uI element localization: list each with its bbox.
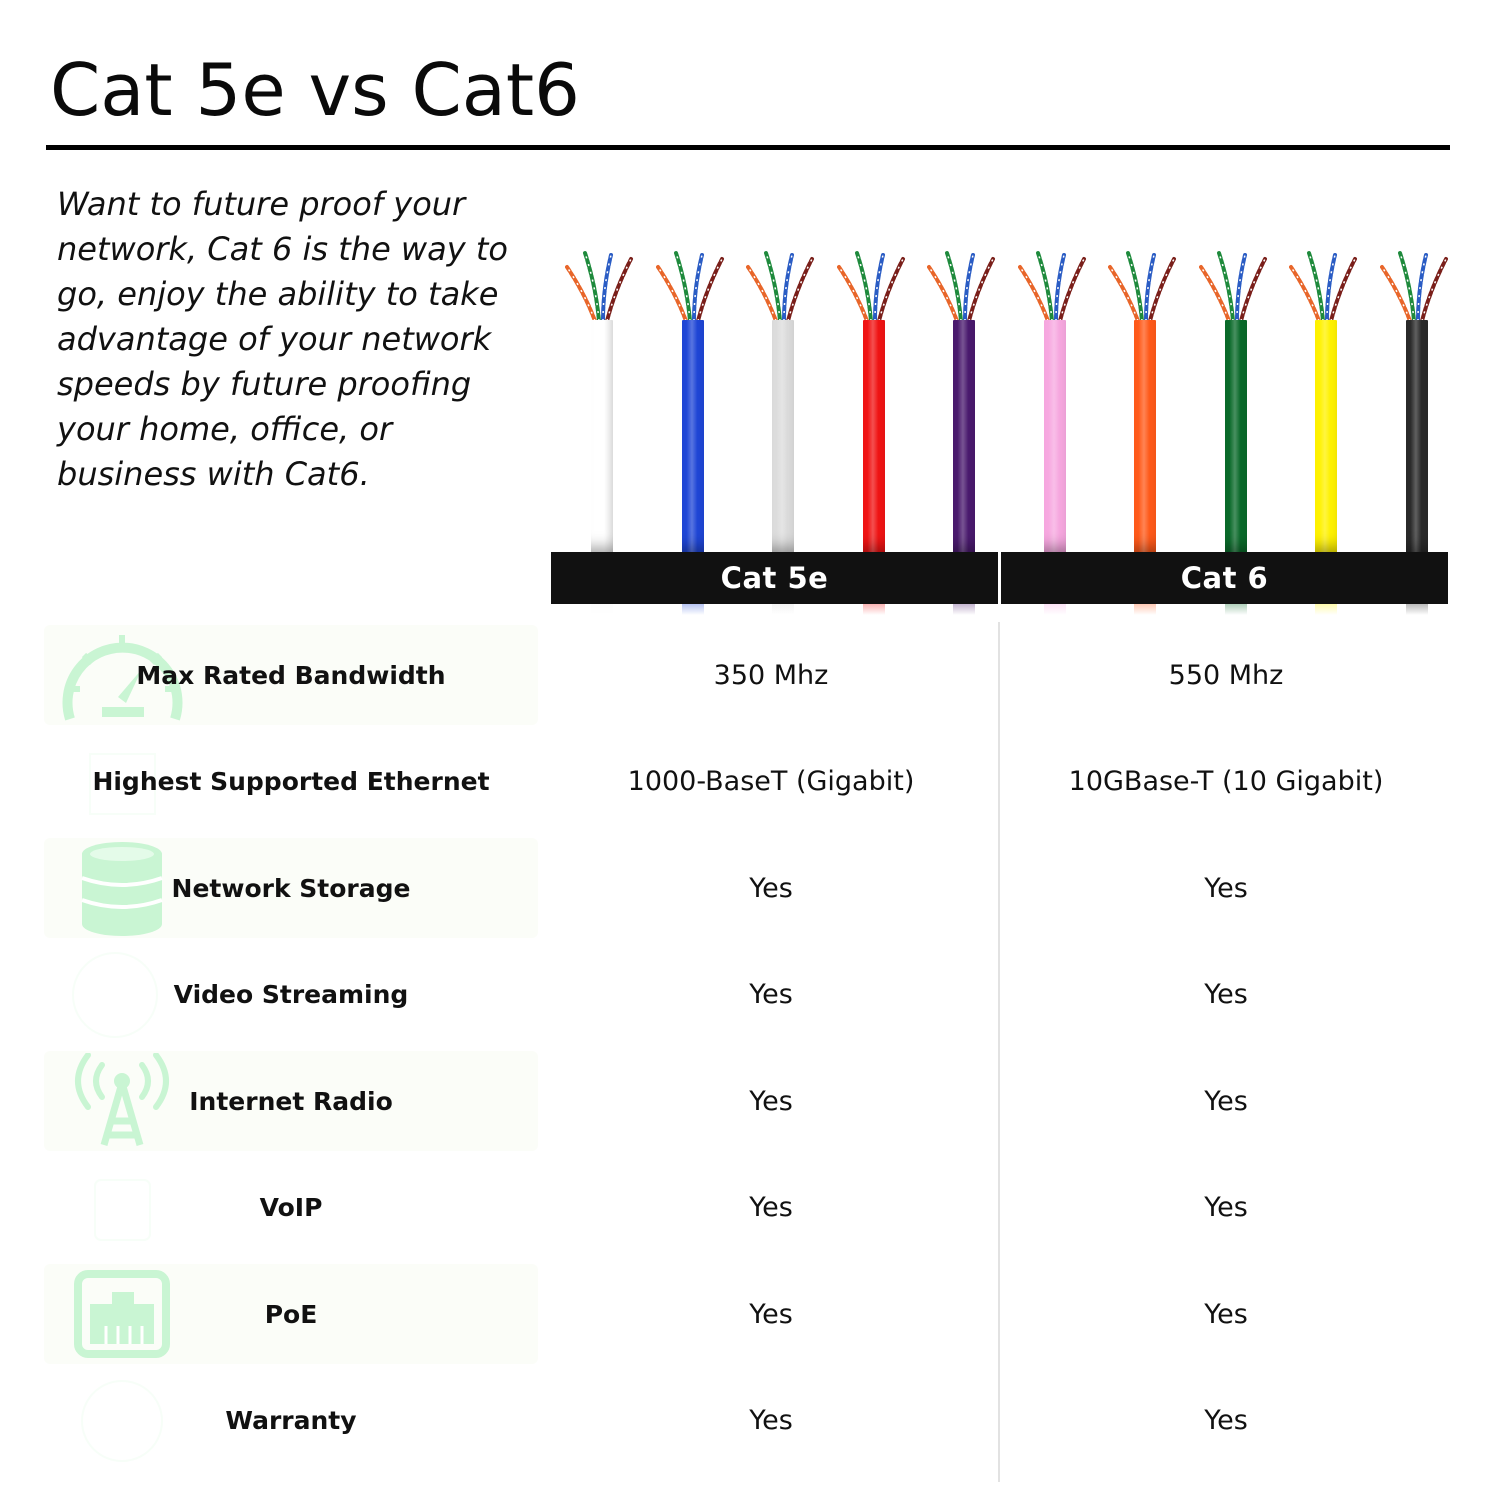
cat5e-value: Yes [749,872,793,904]
feature-label: PoE [264,1299,318,1329]
cable-reflection [1224,603,1247,615]
title-divider [46,145,1450,150]
cat6-value: 10GBase-T (10 Gigabit) [1068,766,1384,797]
table-row: Warranty Yes Yes [0,1371,1500,1476]
twisted-pairs-icon [1198,251,1267,323]
twisted-pairs-icon [836,251,905,323]
twisted-pairs-icon [746,251,814,323]
cat6-value: Yes [1204,872,1248,904]
cat5e-label-bar: Cat 5e [551,552,998,604]
wire-pair [1148,257,1176,323]
cable-jacket [591,320,613,555]
cat6-label: Cat 6 [1180,561,1269,595]
cable-jacket [1315,320,1337,555]
feature-label: Network Storage [171,873,411,903]
twisted-pairs-icon [1108,251,1176,323]
wire-pair [967,257,995,323]
cable-jacket [862,320,885,555]
cable-reflection [681,603,704,615]
cable-reflection [1134,603,1156,615]
cable-reflection [1043,603,1066,615]
wire-pair [1329,257,1357,323]
table-row: Network Storage Yes Yes [0,838,1500,943]
cable-jacket [1224,320,1247,555]
table-row: Internet Radio Yes Yes [0,1051,1500,1156]
cat5e-value: Yes [749,1085,793,1117]
feature-label: Internet Radio [189,1086,393,1116]
table-row: Video Streaming Yes Yes [0,945,1500,1050]
cable-jacket [772,320,794,555]
wire-pair [1238,257,1267,323]
wire-pair [1057,257,1086,323]
cable-jacket [1134,320,1156,555]
cable-reflection [591,603,613,615]
twisted-pairs-icon [1379,251,1448,323]
twisted-pairs-icon [655,251,724,323]
cable-reflection [1405,603,1428,615]
cat6-label-bar: Cat 6 [1001,552,1448,604]
wire-pair [876,257,905,323]
cat5e-value: Yes [749,1192,793,1223]
cat6-value: Yes [1204,979,1248,1010]
cat6-value: Yes [1204,1298,1248,1330]
feature-label: Highest Supported Ethernet [92,767,490,796]
cable-jacket [1043,320,1066,555]
cable-reflection [953,603,975,615]
cat5e-value: 1000-BaseT (Gigabit) [627,766,915,797]
cat6-value: Yes [1204,1085,1248,1117]
cable-reflection [862,603,885,615]
intro-paragraph: Want to future proof your network, Cat 6… [57,185,508,493]
cat5e-value: 350 Mhz [713,659,829,691]
wire-pair [1419,257,1448,323]
table-row: PoE Yes Yes [0,1264,1500,1369]
cat5e-value: Yes [749,979,793,1010]
wire-pair [605,257,633,323]
twisted-pairs-icon [927,251,995,323]
cat6-value: Yes [1204,1192,1248,1223]
cat6-value: Yes [1204,1405,1248,1436]
twisted-pairs-icon [565,251,633,323]
twisted-pairs-icon [1289,251,1357,323]
table-row: Max Rated Bandwidth 350 Mhz 550 Mhz [0,625,1500,730]
cat5e-value: Yes [749,1405,793,1436]
page-title: Cat 5e vs Cat6 [50,48,580,132]
twisted-pairs-icon [1017,251,1086,323]
feature-label: Warranty [225,1406,357,1435]
cat5e-value: Yes [749,1298,793,1330]
cable-jacket [1405,320,1428,555]
cable-reflection [772,603,794,615]
feature-label: Video Streaming [173,980,409,1009]
cat6-value: 550 Mhz [1168,659,1284,691]
feature-label: Max Rated Bandwidth [136,660,446,690]
feature-label: VoIP [259,1193,323,1222]
table-row: Highest Supported Ethernet 1000-BaseT (Gi… [0,732,1500,837]
cable-jacket [953,320,975,555]
wire-pair [695,257,724,323]
table-row: VoIP Yes Yes [0,1158,1500,1263]
wire-pair [786,257,814,323]
cable-reflection [1315,603,1337,615]
cat5e-label: Cat 5e [720,561,829,595]
cable-jacket [681,320,704,555]
